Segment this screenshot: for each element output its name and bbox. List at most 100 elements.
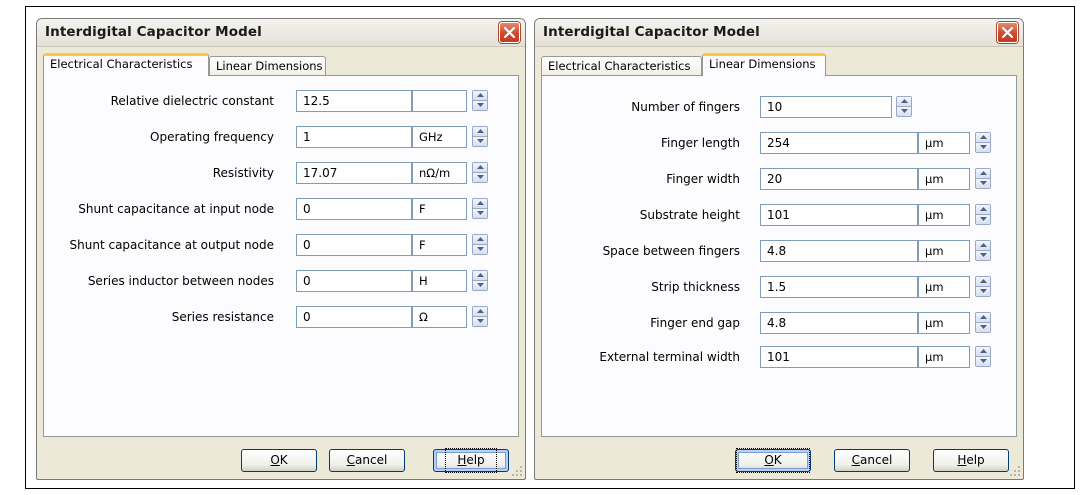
- finger-length-input[interactable]: 254: [760, 132, 918, 154]
- unit-field[interactable]: Ω: [412, 306, 467, 328]
- spin-up-arrow-icon[interactable]: [473, 163, 487, 173]
- shunt-capacitance-output-node-input[interactable]: 0: [296, 234, 412, 256]
- spin-up-arrow-icon[interactable]: [976, 347, 990, 357]
- row-space-between-fingers: Space between fingers 4.8 µm: [542, 240, 1016, 264]
- spin-up-arrow-icon[interactable]: [473, 199, 487, 209]
- spin-down-arrow-icon[interactable]: [473, 100, 487, 110]
- spin-down-arrow-icon[interactable]: [976, 286, 990, 296]
- spin-up-arrow-icon[interactable]: [976, 241, 990, 251]
- cancel-button[interactable]: Cancel: [834, 449, 910, 472]
- spin-control[interactable]: [975, 204, 991, 225]
- tab-panel-electrical: Relative dielectric constant 12.5 Operat…: [43, 75, 519, 437]
- unit-field[interactable]: F: [412, 198, 467, 220]
- spin-down-arrow-icon[interactable]: [976, 178, 990, 188]
- spin-up-arrow-icon[interactable]: [976, 277, 990, 287]
- field-label: Finger end gap: [650, 316, 740, 330]
- help-button[interactable]: Help: [933, 449, 1009, 472]
- spin-control[interactable]: [896, 96, 912, 117]
- external-terminal-width-input[interactable]: 101: [760, 346, 918, 368]
- spin-down-arrow-icon[interactable]: [976, 250, 990, 260]
- operating-frequency-input[interactable]: 1: [296, 126, 412, 148]
- ok-button[interactable]: OK: [241, 449, 317, 472]
- spin-down-arrow-icon[interactable]: [473, 280, 487, 290]
- unit-field[interactable]: µm: [918, 346, 970, 368]
- cancel-mnemonic: C: [346, 453, 356, 467]
- spin-up-arrow-icon[interactable]: [473, 307, 487, 317]
- unit-field[interactable]: H: [412, 270, 467, 292]
- spin-down-arrow-icon[interactable]: [976, 214, 990, 224]
- series-inductor-input[interactable]: 0: [296, 270, 412, 292]
- spin-down-arrow-icon[interactable]: [897, 106, 911, 116]
- number-of-fingers-input[interactable]: 10: [760, 96, 892, 118]
- spin-down-arrow-icon[interactable]: [473, 136, 487, 146]
- cancel-mnemonic: C: [851, 453, 861, 467]
- spin-down-arrow-icon[interactable]: [473, 172, 487, 182]
- unit-field[interactable]: nΩ/m: [412, 162, 467, 184]
- resize-grip-icon[interactable]: [1009, 465, 1021, 477]
- unit-field[interactable]: µm: [918, 168, 970, 190]
- help-button[interactable]: Help: [433, 448, 509, 473]
- close-button[interactable]: [499, 22, 520, 43]
- spin-up-arrow-icon[interactable]: [897, 97, 911, 107]
- close-button[interactable]: [997, 22, 1018, 43]
- spin-down-arrow-icon[interactable]: [976, 142, 990, 152]
- spin-control[interactable]: [472, 90, 488, 111]
- spin-up-arrow-icon[interactable]: [976, 169, 990, 179]
- finger-width-input[interactable]: 20: [760, 168, 918, 190]
- dialog-title: Interdigital Capacitor Model: [45, 24, 262, 40]
- spin-control[interactable]: [472, 234, 488, 255]
- spin-up-arrow-icon[interactable]: [976, 133, 990, 143]
- unit-field[interactable]: F: [412, 234, 467, 256]
- spin-down-arrow-icon[interactable]: [473, 208, 487, 218]
- spin-up-arrow-icon[interactable]: [473, 91, 487, 101]
- resistivity-input[interactable]: 17.07: [296, 162, 412, 184]
- ok-button[interactable]: OK: [735, 448, 811, 473]
- spin-down-arrow-icon[interactable]: [473, 244, 487, 254]
- unit-field[interactable]: GHz: [412, 126, 467, 148]
- spin-control[interactable]: [472, 270, 488, 291]
- finger-end-gap-input[interactable]: 4.8: [760, 312, 918, 334]
- title-bar[interactable]: Interdigital Capacitor Model: [37, 19, 525, 47]
- unit-field[interactable]: µm: [918, 132, 970, 154]
- spin-control[interactable]: [472, 306, 488, 327]
- spin-control[interactable]: [975, 346, 991, 367]
- unit-field[interactable]: µm: [918, 204, 970, 226]
- tab-electrical-characteristics[interactable]: Electrical Characteristics: [541, 56, 702, 76]
- substrate-height-input[interactable]: 101: [760, 204, 918, 226]
- spin-control[interactable]: [472, 126, 488, 147]
- spin-down-arrow-icon[interactable]: [473, 316, 487, 326]
- tab-electrical-characteristics[interactable]: Electrical Characteristics: [43, 53, 209, 76]
- relative-dielectric-constant-input[interactable]: 12.5: [296, 90, 412, 112]
- spin-control[interactable]: [975, 276, 991, 297]
- spin-down-arrow-icon[interactable]: [976, 322, 990, 332]
- series-resistance-input[interactable]: 0: [296, 306, 412, 328]
- spin-up-arrow-icon[interactable]: [473, 127, 487, 137]
- spin-control[interactable]: [975, 312, 991, 333]
- space-between-fingers-input[interactable]: 4.8: [760, 240, 918, 262]
- spin-control[interactable]: [975, 132, 991, 153]
- unit-field[interactable]: µm: [918, 240, 970, 262]
- spin-up-arrow-icon[interactable]: [976, 205, 990, 215]
- tab-linear-dimensions[interactable]: Linear Dimensions: [702, 53, 826, 76]
- title-bar[interactable]: Interdigital Capacitor Model: [535, 19, 1023, 47]
- spin-control[interactable]: [975, 168, 991, 189]
- tab-linear-dimensions[interactable]: Linear Dimensions: [209, 56, 326, 76]
- spin-up-arrow-icon[interactable]: [473, 235, 487, 245]
- unit-field[interactable]: µm: [918, 276, 970, 298]
- spin-up-arrow-icon[interactable]: [473, 271, 487, 281]
- unit-field[interactable]: [412, 90, 467, 112]
- shunt-capacitance-input-node-input[interactable]: 0: [296, 198, 412, 220]
- spin-control[interactable]: [975, 240, 991, 261]
- spin-up-arrow-icon[interactable]: [976, 313, 990, 323]
- spin-control[interactable]: [472, 198, 488, 219]
- figure-frame: Interdigital Capacitor Model Electrical …: [25, 6, 1075, 489]
- resize-grip-icon[interactable]: [511, 465, 523, 477]
- row-relative-dielectric-constant: Relative dielectric constant 12.5: [44, 90, 518, 114]
- spin-down-arrow-icon[interactable]: [976, 356, 990, 366]
- row-series-resistance: Series resistance 0 Ω: [44, 306, 518, 330]
- spin-control[interactable]: [472, 162, 488, 183]
- strip-thickness-input[interactable]: 1.5: [760, 276, 918, 298]
- unit-field[interactable]: µm: [918, 312, 970, 334]
- cancel-button[interactable]: Cancel: [329, 449, 405, 472]
- field-label: Resistivity: [212, 166, 274, 180]
